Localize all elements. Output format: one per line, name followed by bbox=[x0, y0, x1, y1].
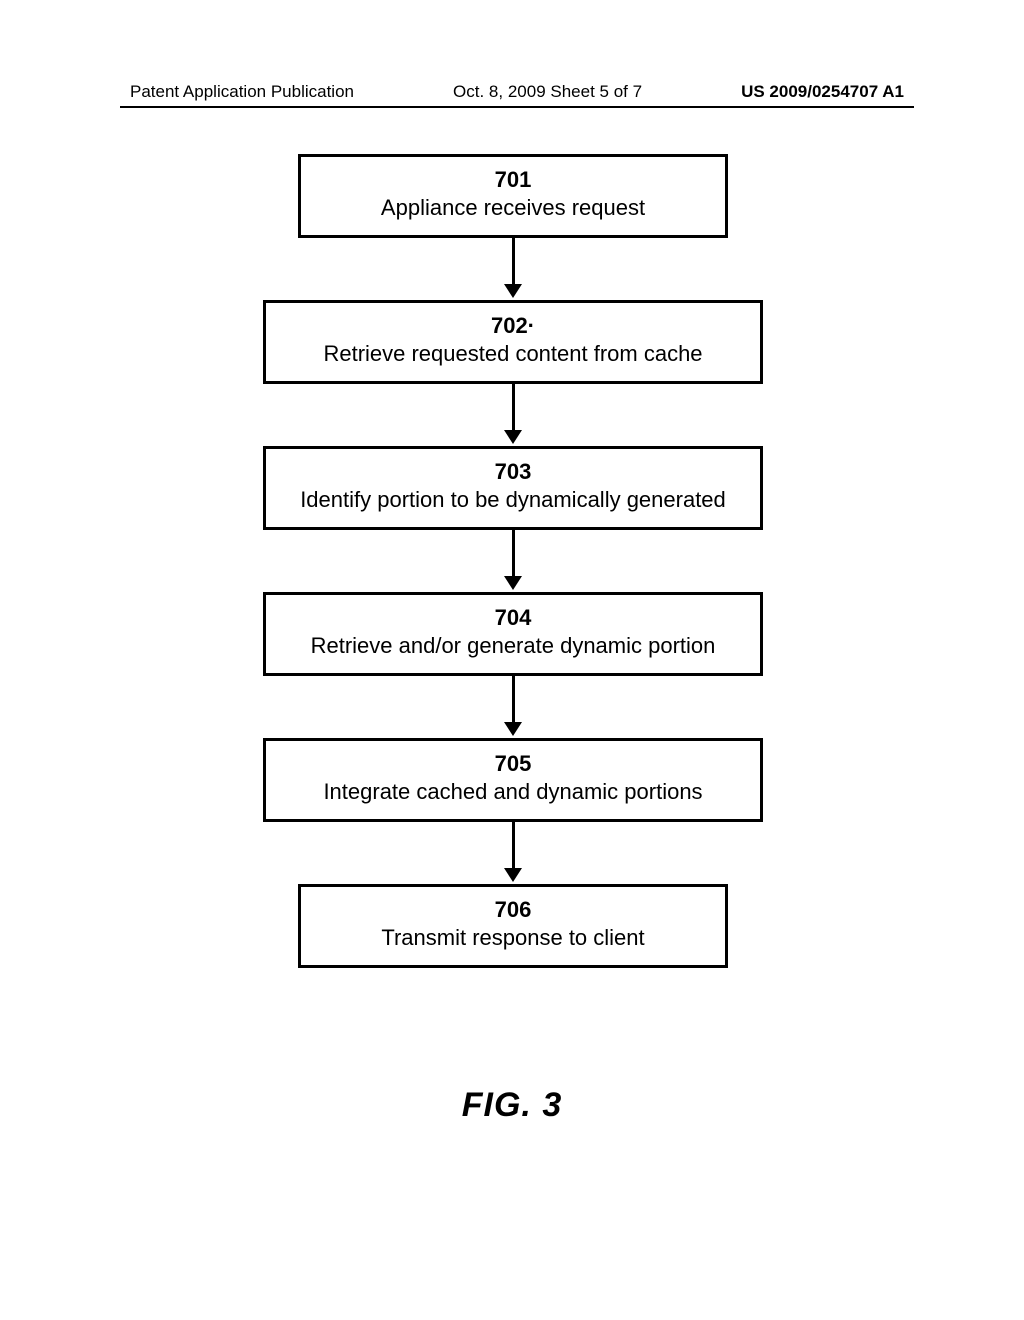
header-underline bbox=[120, 106, 914, 108]
date-sheet: Oct. 8, 2009 Sheet 5 of 7 bbox=[453, 82, 642, 102]
arrow-line bbox=[512, 530, 515, 578]
publication-type: Patent Application Publication bbox=[130, 82, 354, 102]
flow-arrow bbox=[504, 822, 522, 884]
flow-box-704: 704 Retrieve and/or generate dynamic por… bbox=[263, 592, 763, 676]
box-text: Retrieve and/or generate dynamic portion bbox=[282, 633, 744, 659]
arrow-head-icon bbox=[504, 576, 522, 590]
flow-box-703: 703 Identify portion to be dynamically g… bbox=[263, 446, 763, 530]
box-text: Transmit response to client bbox=[317, 925, 709, 951]
publication-number: US 2009/0254707 A1 bbox=[741, 82, 904, 102]
arrow-head-icon bbox=[504, 722, 522, 736]
arrow-head-icon bbox=[504, 430, 522, 444]
flow-arrow bbox=[504, 676, 522, 738]
arrow-line bbox=[512, 238, 515, 286]
flow-box-705: 705 Integrate cached and dynamic portion… bbox=[263, 738, 763, 822]
box-text: Retrieve requested content from cache bbox=[282, 341, 744, 367]
ref-num: 706 bbox=[317, 897, 709, 923]
ref-num: 705 bbox=[282, 751, 744, 777]
flow-box-702: 702· Retrieve requested content from cac… bbox=[263, 300, 763, 384]
page-header: Patent Application Publication Oct. 8, 2… bbox=[0, 82, 1024, 102]
arrow-head-icon bbox=[504, 868, 522, 882]
ref-num: 703 bbox=[282, 459, 744, 485]
flow-arrow bbox=[504, 238, 522, 300]
flow-box-701: 701 Appliance receives request bbox=[298, 154, 728, 238]
arrow-line bbox=[512, 676, 515, 724]
arrow-line bbox=[512, 822, 515, 870]
flow-arrow bbox=[504, 530, 522, 592]
ref-num: 702· bbox=[282, 313, 744, 339]
arrow-line bbox=[512, 384, 515, 432]
flow-box-706: 706 Transmit response to client bbox=[298, 884, 728, 968]
ref-num: 701 bbox=[317, 167, 709, 193]
flow-arrow bbox=[504, 384, 522, 446]
box-text: Appliance receives request bbox=[317, 195, 709, 221]
figure-label: FIG. 3 bbox=[0, 1086, 1024, 1125]
box-text: Integrate cached and dynamic portions bbox=[282, 779, 744, 805]
arrow-head-icon bbox=[504, 284, 522, 298]
flowchart: 701 Appliance receives request 702· Retr… bbox=[248, 154, 778, 968]
box-text: Identify portion to be dynamically gener… bbox=[282, 487, 744, 513]
ref-num: 704 bbox=[282, 605, 744, 631]
